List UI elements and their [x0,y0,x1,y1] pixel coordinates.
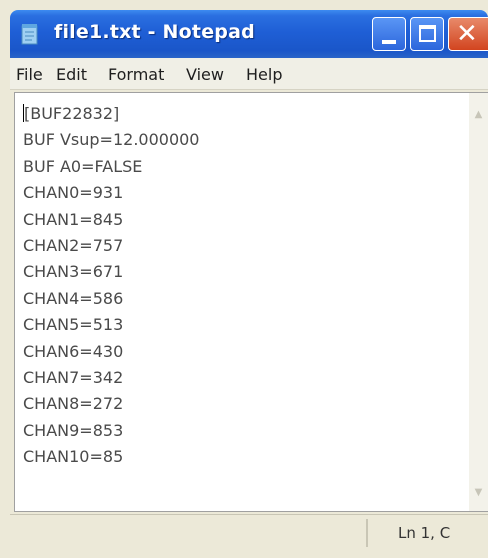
line-text: [BUF22832] [24,104,120,123]
menu-view[interactable]: View [186,65,224,84]
text-line-8: CHAN4=586 [23,288,124,308]
maximize-button[interactable] [410,17,444,51]
maximize-icon [419,25,436,42]
vertical-scrollbar[interactable]: ▲ ▼ [469,93,488,511]
notepad-window: file1.txt - Notepad ✕ File Edit Format V… [0,0,488,558]
text-line-3: BUF A0=FALSE [23,156,143,176]
text-line-13: CHAN9=853 [23,420,124,440]
document-text[interactable]: [BUF22832] BUF Vsup=12.000000 BUF A0=FAL… [23,101,463,470]
minimize-button[interactable] [372,17,406,51]
minimize-icon [382,40,396,44]
notepad-icon [21,24,38,45]
menu-file[interactable]: File [16,65,43,84]
scroll-down-icon[interactable]: ▼ [471,485,486,500]
text-line-12: CHAN8=272 [23,394,124,414]
text-line-1: [BUF22832] [23,101,463,127]
menu-edit[interactable]: Edit [56,65,87,84]
cursor-position: Ln 1, C [398,524,451,542]
text-line-14: CHAN10=85 [23,447,124,467]
text-editor[interactable]: [BUF22832] BUF Vsup=12.000000 BUF A0=FAL… [14,92,488,512]
text-line-7: CHAN3=671 [23,262,124,282]
text-line-6: CHAN2=757 [23,235,124,255]
menu-help[interactable]: Help [246,65,282,84]
text-line-2: BUF Vsup=12.000000 [23,130,200,150]
menu-bar: File Edit Format View Help [10,58,488,90]
title-bar[interactable]: file1.txt - Notepad ✕ [10,10,488,58]
scroll-up-icon[interactable]: ▲ [471,107,486,122]
status-bar: Ln 1, C [10,514,488,550]
menu-format[interactable]: Format [108,65,164,84]
window-title: file1.txt - Notepad [54,21,255,43]
status-divider [366,519,368,547]
close-button[interactable]: ✕ [448,17,488,51]
text-line-9: CHAN5=513 [23,315,124,335]
text-line-5: CHAN1=845 [23,209,124,229]
close-icon: ✕ [456,19,478,49]
text-line-4: CHAN0=931 [23,183,124,203]
text-line-11: CHAN7=342 [23,367,124,387]
text-line-10: CHAN6=430 [23,341,124,361]
